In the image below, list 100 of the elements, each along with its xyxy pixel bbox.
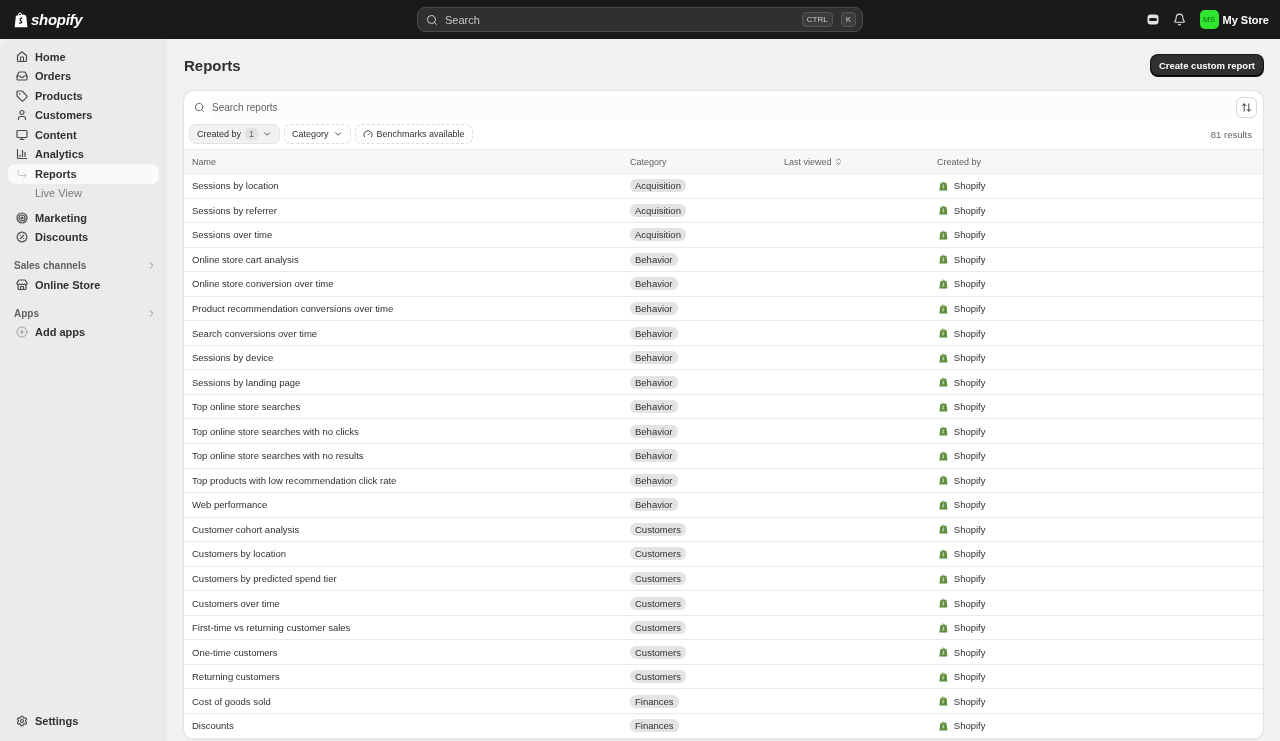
nav-item[interactable]: Add apps [8, 322, 159, 342]
category-tag: Behavior [630, 351, 678, 365]
sort-button[interactable] [1236, 97, 1257, 118]
creator-name: Shopify [953, 229, 986, 241]
nav-item[interactable]: Analytics [8, 144, 159, 164]
creator-name: Shopify [953, 474, 986, 486]
nav-subitem[interactable]: Live View [8, 183, 159, 203]
shopping-bag-icon [939, 647, 948, 658]
category-tag: Behavior [630, 473, 678, 487]
tag-icon [16, 89, 28, 102]
shopping-bag-icon [939, 303, 948, 314]
settings-item[interactable]: Settings [8, 711, 159, 731]
report-name[interactable]: Sessions by landing page [192, 376, 630, 388]
report-name[interactable]: Product recommendation conversions over time [192, 303, 630, 314]
creator-name: Shopify [953, 523, 986, 535]
shopping-bag-icon [939, 229, 948, 240]
category-tag: Finances [630, 694, 679, 708]
shopping-bag-icon [939, 426, 948, 437]
category-tag: Customers [630, 621, 686, 635]
creator-name: Shopify [953, 671, 986, 683]
filter-button[interactable]: Category [284, 124, 351, 144]
nav-item[interactable]: Customers [8, 105, 159, 125]
category-tag: Acquisition [630, 228, 686, 242]
report-name[interactable]: Online store cart analysis [192, 253, 630, 265]
chat-icon[interactable] [1146, 14, 1159, 25]
report-name[interactable]: Top online store searches with no clicks [192, 425, 630, 437]
report-name[interactable]: Top online store searches [192, 401, 630, 413]
shopping-bag-icon [14, 11, 29, 28]
nav-item[interactable]: Discounts [8, 227, 159, 247]
logo-text[interactable]: shopify [31, 11, 83, 28]
report-name[interactable]: Customers by location [192, 548, 630, 560]
filter-button[interactable]: Benchmarks available [354, 124, 473, 144]
shortcut-key: K [840, 12, 856, 27]
report-name[interactable]: Web performance [192, 499, 630, 511]
target-icon [16, 211, 28, 224]
creator-name: Shopify [953, 622, 986, 634]
badge-icon [16, 231, 28, 244]
report-name[interactable]: Customers by predicted spend tier [192, 573, 630, 584]
report-name[interactable]: Sessions by device [192, 352, 630, 364]
nav-item[interactable]: Home [8, 47, 159, 67]
category-tag: Behavior [630, 498, 678, 512]
shopping-bag-icon [939, 548, 948, 559]
create-report-button[interactable]: Create custom report [1150, 54, 1263, 76]
section-header[interactable]: Sales channels [8, 256, 159, 275]
section-header[interactable]: Apps [8, 303, 159, 323]
shopping-bag-icon [939, 622, 948, 633]
notifications-icon[interactable] [1172, 13, 1186, 26]
report-name[interactable]: Sessions by location [192, 180, 630, 192]
shopping-bag-icon [939, 598, 948, 609]
inbox-icon [16, 70, 28, 83]
results-count: 81 results [1210, 128, 1252, 140]
shopping-bag-icon [939, 254, 948, 265]
filter-button[interactable]: Created by 1 [189, 124, 281, 144]
nav-subitem[interactable]: Reports [8, 164, 159, 184]
nav-item[interactable]: Online Store [8, 275, 159, 295]
house-icon [16, 50, 28, 63]
report-name[interactable]: Cost of goods sold [192, 695, 630, 707]
report-name[interactable]: Sessions over time [192, 229, 630, 241]
creator-name: Shopify [953, 278, 986, 290]
report-name[interactable]: Online store conversion over time [192, 278, 630, 290]
category-tag: Customers [630, 596, 686, 610]
report-name[interactable]: Top products with low recommendation click rate [192, 474, 630, 486]
column-header[interactable]: Last viewed [784, 156, 937, 167]
monitor-icon [16, 128, 28, 141]
report-name[interactable]: Customer cohort analysis [192, 523, 630, 535]
nav-item[interactable]: Products [8, 86, 159, 106]
shopping-bag-icon [939, 352, 948, 363]
category-tag: Behavior [630, 302, 678, 315]
category-tag: Acquisition [630, 179, 686, 193]
shopping-bag-icon [939, 450, 948, 461]
search-field[interactable]: Search CTRL K [417, 7, 863, 32]
report-name[interactable]: Top online store searches with no results [192, 450, 630, 462]
report-name[interactable]: One-time customers [192, 646, 630, 658]
report-name[interactable]: Discounts [192, 720, 630, 732]
creator-name: Shopify [953, 401, 986, 413]
category-tag: Behavior [630, 375, 678, 389]
report-name[interactable]: Customers over time [192, 597, 630, 609]
creator-name: Shopify [953, 548, 986, 560]
shopping-bag-icon [939, 475, 948, 486]
category-tag: Behavior [630, 400, 678, 414]
settings-icon [16, 715, 28, 728]
shopping-bag-icon [939, 180, 948, 191]
store-avatar[interactable]: MS [1199, 10, 1219, 29]
report-name[interactable]: Search conversions over time [192, 327, 630, 339]
report-name[interactable]: Sessions by referrer [192, 204, 630, 216]
creator-name: Shopify [953, 327, 986, 339]
sort-arrows-icon [833, 157, 843, 166]
nav-item[interactable]: Orders [8, 66, 159, 86]
nav-item[interactable]: Content [8, 125, 159, 145]
store-name[interactable]: My Store [1222, 13, 1269, 26]
nav-item[interactable]: Marketing [8, 208, 159, 228]
shopping-bag-icon [939, 524, 948, 535]
column-header: Name [192, 156, 217, 167]
report-name[interactable]: First-time vs returning customer sales [192, 622, 630, 634]
creator-name: Shopify [953, 597, 986, 609]
category-tag: Customers [630, 522, 686, 536]
search-input[interactable]: Search [443, 12, 794, 27]
creator-name: Shopify [953, 253, 986, 265]
creator-name: Shopify [953, 646, 986, 658]
report-name[interactable]: Returning customers [192, 671, 630, 683]
